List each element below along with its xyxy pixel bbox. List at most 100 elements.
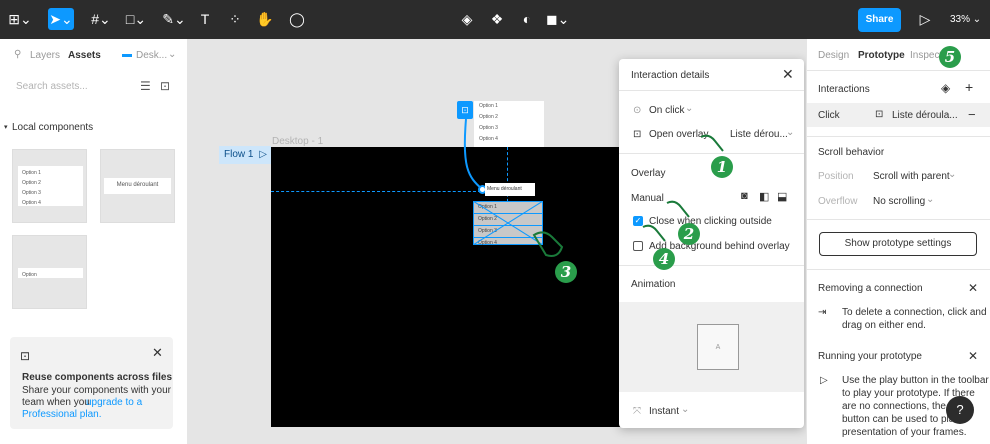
option-item: Option 2 xyxy=(479,114,498,120)
play-icon: ▷ xyxy=(820,375,828,386)
left-panel: ⚲ Layers Assets ▬ Desk... ⌄ Search asset… xyxy=(0,39,188,444)
divider xyxy=(619,265,804,266)
option-item: Option 2 xyxy=(22,180,41,186)
divider xyxy=(807,70,990,71)
help-button[interactable]: ? xyxy=(946,396,974,424)
overflow-select[interactable]: No scrolling xyxy=(873,196,925,207)
share-button[interactable]: Share xyxy=(858,8,901,32)
overlay-position-select[interactable]: Manual xyxy=(631,193,664,204)
tab-inspect[interactable]: Inspect xyxy=(910,50,942,61)
removing-body: drag on either end. xyxy=(842,320,926,331)
instance-icon[interactable]: ❖ xyxy=(488,8,506,30)
shape-tool-icon[interactable]: □⌄ xyxy=(122,8,150,30)
move-tool-icon[interactable]: ➤⌄ xyxy=(48,8,74,30)
close-icon[interactable]: ✕ xyxy=(968,281,978,295)
chevron-down-icon: ⌄ xyxy=(168,49,177,60)
chevron-down-icon: ⌄ xyxy=(948,169,957,180)
main-menu-icon[interactable]: ⊞⌄ xyxy=(8,8,32,30)
animation-heading: Animation xyxy=(631,279,676,290)
tab-layers[interactable]: Layers xyxy=(30,50,60,61)
pen-tool-icon[interactable]: ✎⌄ xyxy=(160,8,188,30)
page-selector[interactable]: Desk... xyxy=(136,50,167,61)
desktop-frame[interactable] xyxy=(271,147,621,427)
divider xyxy=(807,136,990,137)
show-prototype-settings-button[interactable]: Show prototype settings xyxy=(819,232,977,256)
flow-starting-point[interactable]: Flow 1 ▷ xyxy=(219,146,271,164)
text-tool-icon[interactable]: T xyxy=(196,8,214,30)
menu-component[interactable]: Menu déroulant xyxy=(485,183,535,196)
running-body: button can be used to pla xyxy=(842,414,955,425)
remove-icon[interactable]: − xyxy=(968,107,976,122)
running-prototype-title: Running your prototype xyxy=(818,351,922,362)
local-components-heading[interactable]: Local components xyxy=(12,122,93,133)
library-icon[interactable]: ⊡ xyxy=(160,79,170,93)
open-overlay-icon: ⊡ xyxy=(633,129,642,140)
hand-pointer-icon xyxy=(642,224,666,242)
interaction-details-dialog: Interaction details ✕ ⊙ On click ⌄ ⊡ Ope… xyxy=(619,59,804,428)
frame-label[interactable]: Desktop - 1 xyxy=(272,136,323,147)
component-thumb-menu[interactable]: Menu déroulant xyxy=(100,149,175,223)
page-icon: ▬ xyxy=(122,49,132,60)
play-icon[interactable]: ▷ xyxy=(916,8,934,30)
tab-design[interactable]: Design xyxy=(818,50,849,61)
overlay-heading: Overlay xyxy=(631,168,666,179)
removing-body: To delete a connection, click and xyxy=(842,307,987,318)
destination-select[interactable]: Liste dérou... xyxy=(730,129,788,140)
close-icon[interactable]: ✕ xyxy=(152,345,163,361)
close-icon[interactable]: ✕ xyxy=(968,349,978,363)
upgrade-link[interactable]: upgrade to a xyxy=(86,397,142,408)
hand-tool-icon[interactable]: ✋ xyxy=(256,8,274,30)
position-select[interactable]: Scroll with parent xyxy=(873,171,950,182)
component-thumb-options[interactable]: Option 1 Option 2 Option 3 Option 4 xyxy=(12,149,87,223)
tab-prototype[interactable]: Prototype xyxy=(858,50,905,61)
animation-preview-frame: A xyxy=(697,324,739,370)
position-center-icon[interactable]: ◙ xyxy=(741,190,748,202)
option-item: Option 4 xyxy=(479,136,498,142)
dialog-title: Interaction details xyxy=(631,70,710,81)
chevron-down-icon: ⌄ xyxy=(681,404,690,415)
tab-assets[interactable]: Assets xyxy=(68,50,101,61)
comment-tool-icon[interactable]: ◯ xyxy=(288,8,306,30)
open-overlay-icon: ⊡ xyxy=(875,109,884,120)
upgrade-link[interactable]: Professional plan. xyxy=(22,409,102,420)
frame-tool-icon[interactable]: #⌄ xyxy=(88,8,114,30)
interactions-heading: Interactions xyxy=(818,84,870,95)
collapse-arrow-icon[interactable]: ▾ xyxy=(4,123,8,131)
component-thumb-option[interactable]: Option xyxy=(12,235,87,309)
running-body: are no connections, the pl xyxy=(842,401,957,412)
animation-select[interactable]: Instant xyxy=(649,406,679,417)
running-body: Use the play button in the toolbar xyxy=(842,375,989,386)
divider xyxy=(807,269,990,270)
promo-body: team when you xyxy=(22,397,90,408)
option-item: Option 1 xyxy=(479,103,498,109)
disconnect-icon: ⇥ xyxy=(818,307,827,318)
boolean-icon[interactable]: ◼⌄ xyxy=(546,8,569,30)
close-icon[interactable]: ✕ xyxy=(782,66,794,83)
animation-preview: A xyxy=(619,302,804,392)
component-icon[interactable]: ◈ xyxy=(458,8,476,30)
trigger-select[interactable]: On click xyxy=(649,105,685,116)
book-icon: ⊡ xyxy=(20,349,31,363)
promo-body: Share your components with your xyxy=(22,385,171,396)
overflow-label: Overflow xyxy=(818,196,858,207)
resources-icon[interactable]: ⁘ xyxy=(226,8,244,30)
interaction-trigger: Click xyxy=(818,110,840,121)
removing-connection-title: Removing a connection xyxy=(818,283,923,294)
instant-icon: ⤧ xyxy=(633,406,641,417)
annotation-badge: 5 xyxy=(939,46,961,68)
interaction-target: Liste déroula... xyxy=(892,110,958,121)
menu-card: Menu déroulant xyxy=(104,178,171,194)
search-assets-input[interactable]: Search assets... xyxy=(16,81,88,92)
position-left-icon[interactable]: ◧ xyxy=(759,190,769,203)
option-card: Option xyxy=(18,268,83,278)
mask-icon[interactable]: ◐ xyxy=(518,8,536,30)
list-view-icon[interactable]: ☰ xyxy=(140,79,151,93)
add-icon[interactable]: + xyxy=(965,79,973,95)
position-label: Position xyxy=(818,171,854,182)
interaction-row[interactable]: Click ⊡ Liste déroula... − xyxy=(807,103,990,127)
zoom-level[interactable]: 33% ⌄ xyxy=(950,8,981,32)
play-icon: ▷ xyxy=(259,149,267,160)
component-icon[interactable]: ◈ xyxy=(941,81,950,95)
option-item: Option 1 xyxy=(22,170,41,176)
position-bottom-icon[interactable]: ⬓ xyxy=(777,190,787,203)
